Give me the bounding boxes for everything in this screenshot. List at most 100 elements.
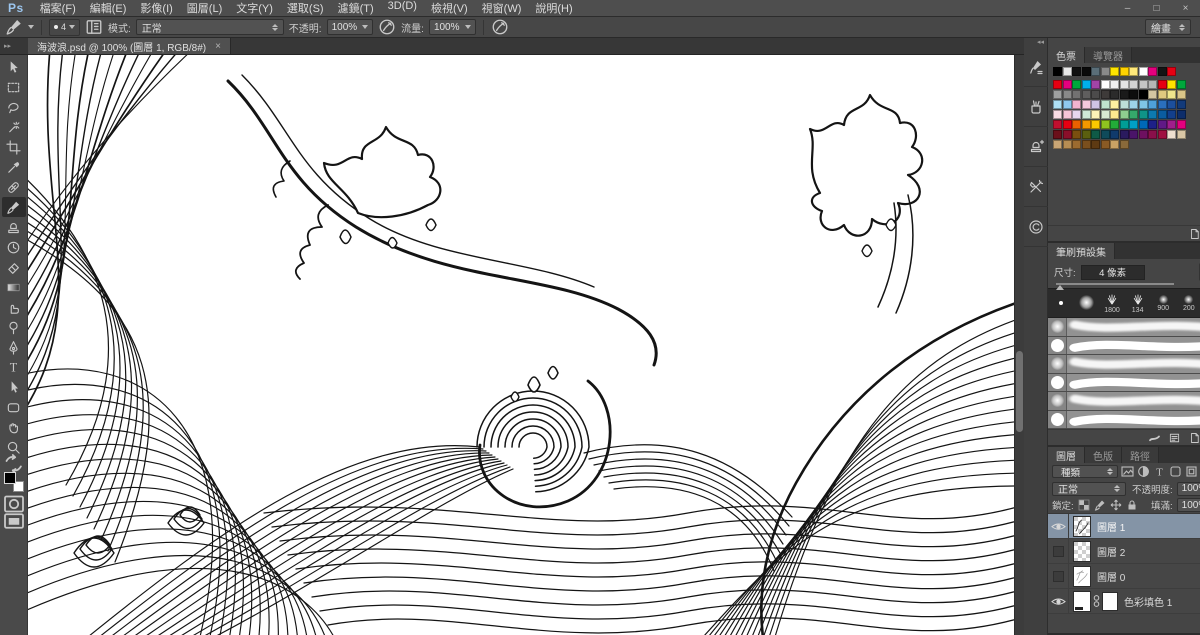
layer-thumbnail[interactable] <box>1073 566 1091 587</box>
swatch[interactable] <box>1148 90 1157 99</box>
collapse-toolbar-icon[interactable]: ▸▸ <box>0 38 28 54</box>
brush-preset-row[interactable] <box>1048 392 1200 411</box>
brush-tip-preview[interactable]: 900 <box>1150 289 1176 317</box>
flow-spinner[interactable]: 100% <box>429 19 476 35</box>
swatch[interactable] <box>1082 140 1091 149</box>
swatch[interactable] <box>1101 67 1110 76</box>
filter-adjustment-layers-icon[interactable] <box>1137 465 1150 478</box>
swatch[interactable] <box>1063 67 1072 76</box>
marquee-tool[interactable] <box>2 77 26 97</box>
swatch[interactable] <box>1053 67 1062 76</box>
swatch[interactable] <box>1120 140 1129 149</box>
layer-mask-thumbnail[interactable] <box>1102 592 1118 611</box>
swatch[interactable] <box>1072 120 1081 129</box>
dodge-tool[interactable] <box>2 317 26 337</box>
type-tool[interactable]: T <box>2 357 26 377</box>
swatch[interactable] <box>1177 80 1186 89</box>
brush-tip-preview[interactable] <box>1048 289 1074 317</box>
pressure-opacity-icon[interactable] <box>378 19 396 36</box>
layer-thumbnail[interactable] <box>1073 541 1091 562</box>
swatch[interactable] <box>1101 130 1110 139</box>
swatch[interactable] <box>1063 110 1072 119</box>
foreground-color-chip[interactable] <box>4 472 16 484</box>
swatch[interactable] <box>1082 80 1091 89</box>
layers-tab[interactable]: 圖層 <box>1048 447 1085 463</box>
layer-name[interactable]: 圖層 2 <box>1097 544 1125 559</box>
swatch[interactable] <box>1072 90 1081 99</box>
move-tool[interactable] <box>2 57 26 77</box>
healing-brush-tool[interactable] <box>2 177 26 197</box>
layer-row[interactable]: 色彩填色 1 <box>1048 589 1200 614</box>
swatch[interactable] <box>1167 80 1176 89</box>
clone-stamp-tool[interactable] <box>2 217 26 237</box>
swap-colors-icon[interactable] <box>2 457 26 471</box>
swatch[interactable] <box>1101 80 1110 89</box>
menu-item[interactable]: 編輯(E) <box>83 0 134 16</box>
swatch[interactable] <box>1082 110 1091 119</box>
clone-source-icon[interactable] <box>1024 127 1048 167</box>
swatch[interactable] <box>1158 80 1167 89</box>
menu-item[interactable]: 圖層(L) <box>180 0 229 16</box>
swatch[interactable] <box>1167 110 1176 119</box>
brush-preset-picker[interactable]: 4 <box>49 19 80 36</box>
swatch[interactable] <box>1063 100 1072 109</box>
lock-position-icon[interactable] <box>1110 499 1122 511</box>
new-brush-button[interactable] <box>1188 432 1200 444</box>
layer-name[interactable]: 色彩填色 1 <box>1124 594 1172 609</box>
smudge-tool[interactable] <box>2 297 26 317</box>
scrollbar-thumb[interactable] <box>1016 351 1023 432</box>
canvas-vertical-scrollbar[interactable] <box>1014 55 1024 635</box>
swatch[interactable] <box>1072 100 1081 109</box>
swatch[interactable] <box>1158 120 1167 129</box>
swatch[interactable] <box>1072 110 1081 119</box>
menu-item[interactable]: 說明(H) <box>528 0 579 16</box>
swatch[interactable] <box>1129 67 1138 76</box>
swatch[interactable] <box>1053 110 1062 119</box>
swatch[interactable] <box>1053 90 1062 99</box>
magic-wand-tool[interactable] <box>2 117 26 137</box>
swatch[interactable] <box>1167 130 1176 139</box>
swatch[interactable] <box>1120 110 1129 119</box>
swatch[interactable] <box>1110 80 1119 89</box>
swatch[interactable] <box>1120 120 1129 129</box>
layers-tab[interactable]: 色版 <box>1085 447 1122 463</box>
crop-tool[interactable] <box>2 137 26 157</box>
swatch[interactable] <box>1053 80 1062 89</box>
swatch[interactable] <box>1148 120 1157 129</box>
brush-preset-row[interactable] <box>1048 318 1200 337</box>
swatch[interactable] <box>1139 90 1148 99</box>
preset-manager-button[interactable] <box>1168 432 1181 444</box>
lock-pixels-icon[interactable] <box>1094 499 1106 511</box>
layer-name[interactable]: 圖層 1 <box>1097 519 1125 534</box>
swatch[interactable] <box>1110 130 1119 139</box>
brush-tip-preview[interactable]: 200 <box>1176 289 1200 317</box>
slider-track[interactable] <box>1056 283 1174 285</box>
lock-transparency-icon[interactable] <box>1078 499 1090 511</box>
layer-thumbnail[interactable] <box>1073 591 1091 612</box>
swatch[interactable] <box>1139 100 1148 109</box>
brush-preset-row[interactable] <box>1048 374 1200 393</box>
layer-visibility-toggle[interactable] <box>1048 514 1069 538</box>
brush-tool[interactable] <box>2 197 26 217</box>
layers-tab[interactable]: 路徑 <box>1122 447 1159 463</box>
swatch[interactable] <box>1053 120 1062 129</box>
swatch[interactable] <box>1082 67 1091 76</box>
swatch[interactable] <box>1091 80 1100 89</box>
swatch[interactable] <box>1082 90 1091 99</box>
airbrush-mode-icon[interactable] <box>491 19 509 36</box>
swatch[interactable] <box>1177 110 1186 119</box>
canvas[interactable] <box>28 55 1014 635</box>
brush-preset-row[interactable] <box>1048 411 1200 430</box>
swatch[interactable] <box>1139 80 1148 89</box>
swatch[interactable] <box>1158 130 1167 139</box>
hand-tool[interactable] <box>2 417 26 437</box>
swatch[interactable] <box>1063 130 1072 139</box>
filter-pixel-layers-icon[interactable] <box>1121 465 1134 478</box>
menu-item[interactable]: 文字(Y) <box>229 0 280 16</box>
swatch[interactable] <box>1167 67 1176 76</box>
swatch[interactable] <box>1148 67 1157 76</box>
eyedropper-tool[interactable] <box>2 157 26 177</box>
history-brush-tool[interactable] <box>2 237 26 257</box>
close-tab-icon[interactable]: × <box>215 41 221 52</box>
swatch[interactable] <box>1158 90 1167 99</box>
